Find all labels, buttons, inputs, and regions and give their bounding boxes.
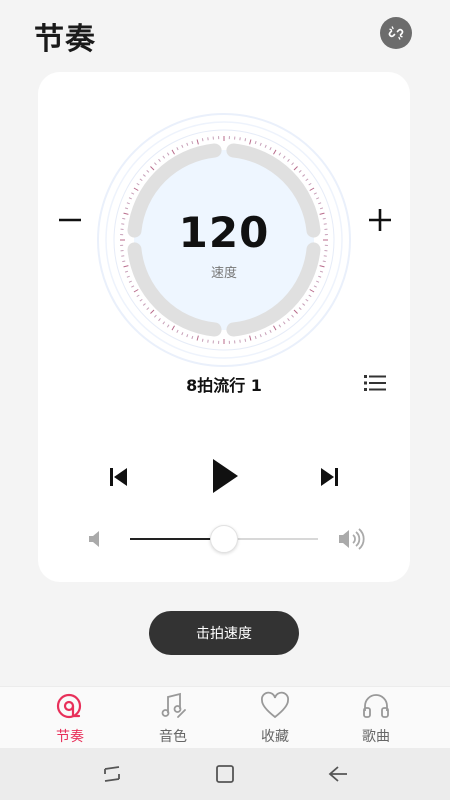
tab-songs[interactable]: 歌曲 [336, 687, 416, 749]
unlink-icon [388, 26, 404, 40]
tempo-dial[interactable]: 120 速度 [96, 112, 352, 368]
volume-low-icon [88, 530, 104, 548]
back-icon [328, 766, 347, 782]
recent-apps-icon [104, 766, 120, 782]
tab-rhythm[interactable]: 节奏 [30, 687, 110, 749]
header: 节奏 [0, 0, 450, 70]
volume-slider-thumb[interactable] [210, 525, 238, 553]
rhythm-icon [56, 693, 82, 719]
increase-bpm-button[interactable] [366, 206, 394, 234]
tap-tempo-button[interactable]: 击拍速度 [149, 611, 299, 655]
rhythm-name[interactable]: 8拍流行 1 [38, 372, 410, 396]
decrease-bpm-button[interactable] [56, 206, 84, 234]
play-button[interactable] [210, 458, 240, 494]
metronome-card: 120 速度 8拍流行 1 [38, 72, 410, 582]
skip-next-icon [321, 468, 338, 486]
bpm-value: 120 [178, 208, 270, 257]
music-note-icon [161, 692, 186, 718]
list-icon [364, 375, 386, 391]
system-nav-bar [0, 748, 450, 800]
rhythm-list-button[interactable] [364, 374, 386, 392]
home-icon [216, 765, 234, 783]
headphones-icon [363, 694, 389, 718]
recent-apps-button[interactable] [100, 762, 124, 786]
minus-icon [59, 218, 81, 222]
bottom-tab-bar: 节奏 音色 收藏 歌曲 [0, 686, 450, 748]
volume-high-icon [338, 528, 366, 550]
next-button[interactable] [318, 466, 340, 488]
tab-label: 收藏 [261, 729, 289, 745]
tab-label: 节奏 [56, 729, 84, 745]
page-title: 节奏 [34, 22, 96, 57]
tab-sound[interactable]: 音色 [133, 687, 213, 749]
tab-label: 歌曲 [362, 729, 390, 745]
heart-icon [261, 691, 289, 719]
back-button[interactable] [326, 762, 350, 786]
volume-slider[interactable] [130, 525, 318, 553]
unlink-button[interactable] [380, 17, 412, 49]
skip-previous-icon [110, 468, 127, 486]
plus-icon [369, 209, 391, 231]
tab-label: 音色 [159, 729, 187, 745]
play-icon [213, 459, 238, 493]
previous-button[interactable] [108, 466, 130, 488]
tab-favorites[interactable]: 收藏 [235, 687, 315, 749]
home-button[interactable] [213, 762, 237, 786]
bpm-label: 速度 [210, 266, 237, 281]
